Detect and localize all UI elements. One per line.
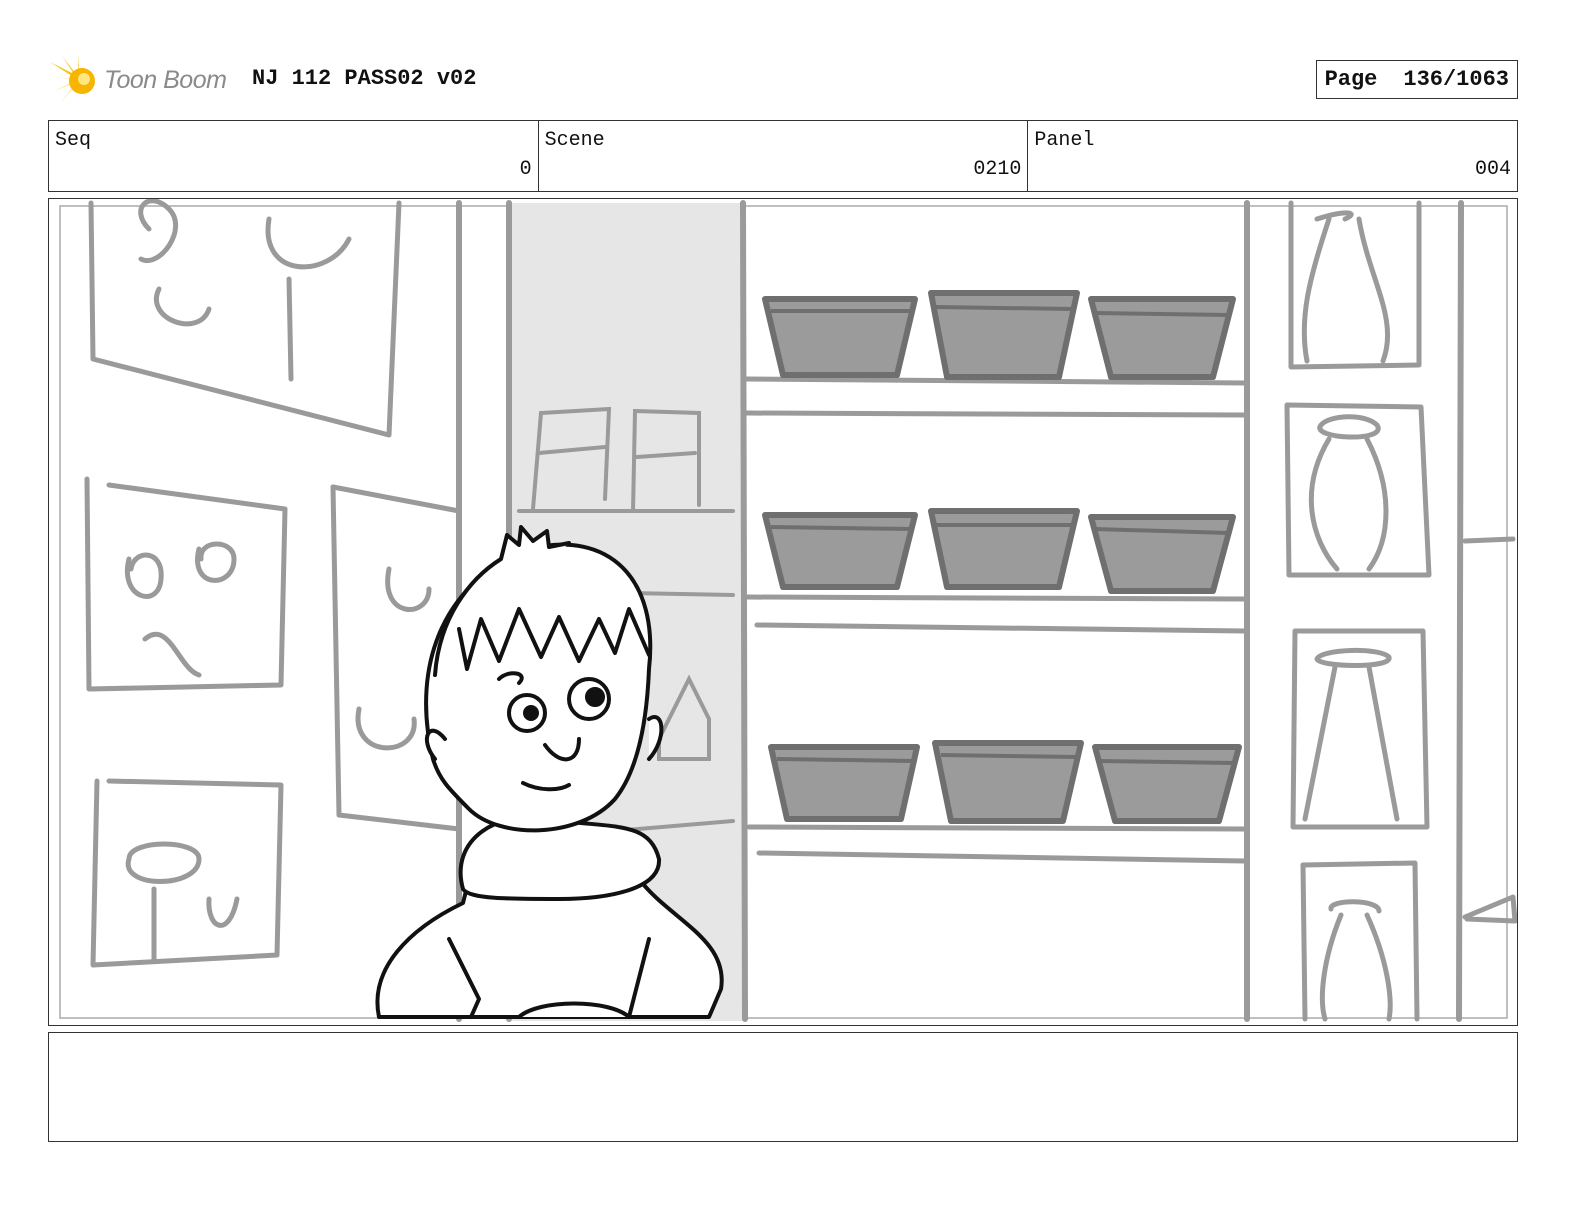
scene-label: Scene <box>544 129 605 152</box>
vase-frames <box>1284 200 1517 1022</box>
document-title: NJ 112 PASS02 v02 <box>252 66 477 91</box>
page-number: 136/1063 <box>1403 67 1509 92</box>
toon-boom-logo: Toon Boom <box>48 52 238 110</box>
action-notes-box[interactable] <box>48 1032 1518 1142</box>
logo-text: Toon Boom <box>104 66 227 94</box>
shot-info-row: Seq 0 Scene 0210 Panel 004 <box>48 120 1518 192</box>
scene-cell: Scene 0210 <box>539 121 1029 191</box>
seq-value: 0 <box>519 158 532 181</box>
page-indicator: Page 136/1063 <box>1315 60 1518 99</box>
sunburst-icon <box>48 54 95 104</box>
wall-frames <box>84 199 462 968</box>
storyboard-panel <box>48 198 1518 1026</box>
panel-sketch <box>59 199 1517 1022</box>
panel-cell: Panel 004 <box>1028 121 1517 191</box>
bowls <box>762 290 1242 824</box>
page-label: Page <box>1324 67 1378 92</box>
seq-label: Seq <box>55 129 92 152</box>
seq-cell: Seq 0 <box>49 121 539 191</box>
storyboard-header: Toon Boom NJ 112 PASS02 v02 Page 136/1063 <box>48 48 1518 110</box>
panel-value: 004 <box>1475 158 1512 181</box>
panel-label: Panel <box>1034 129 1095 152</box>
scene-value: 0210 <box>973 158 1022 181</box>
